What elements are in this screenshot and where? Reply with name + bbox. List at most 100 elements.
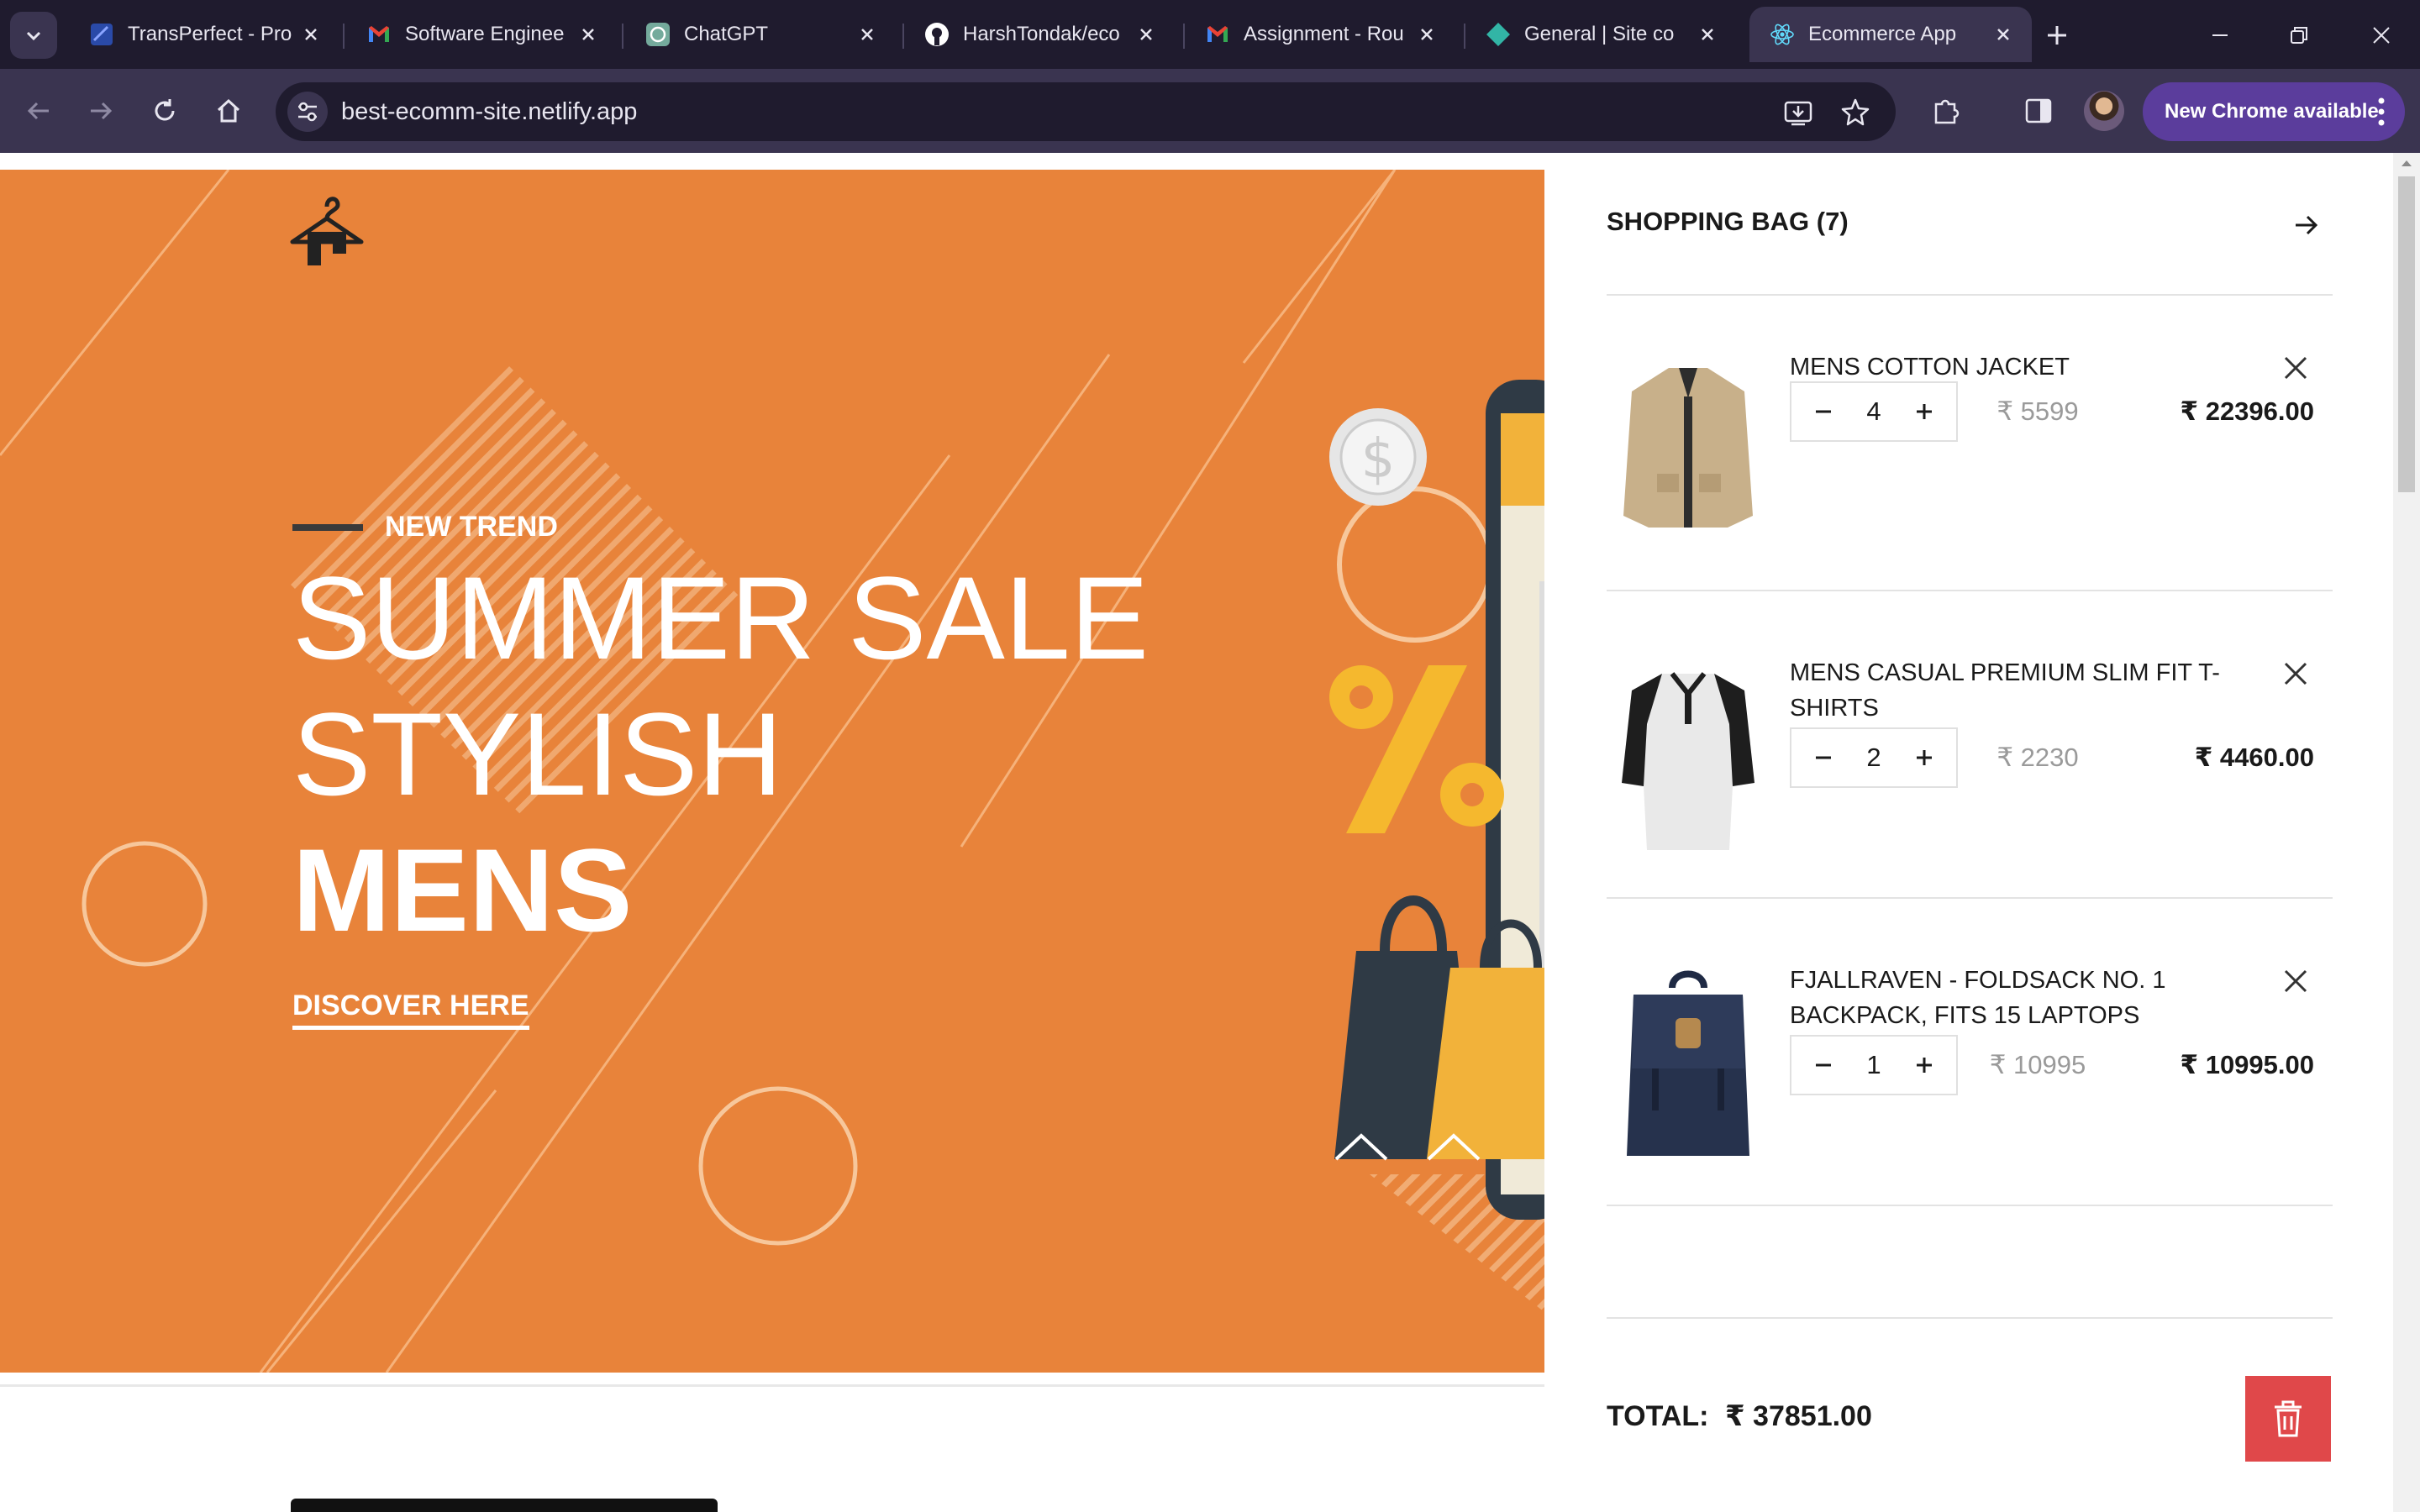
close-tab-icon[interactable] (571, 18, 605, 51)
total-value: ₹ 37851.00 (1724, 1400, 1872, 1432)
increase-qty-button[interactable] (1907, 395, 1941, 428)
gmail-icon (1205, 22, 1230, 47)
minimize-icon (2212, 34, 2228, 36)
remove-item-icon[interactable] (2279, 657, 2312, 690)
hanger-logo-icon[interactable] (289, 193, 365, 269)
jacket-image (1623, 368, 1753, 528)
cart-item: MENS COTTON JACKET 4 ₹ 5599 ₹ 22396.00 (1607, 348, 2333, 657)
remove-item-icon[interactable] (2279, 964, 2312, 998)
reload-icon (155, 99, 175, 121)
tab-strip: TransPerfect - Pro Software Enginee Chat… (0, 0, 2420, 69)
decrease-qty-button[interactable] (1807, 1048, 1840, 1082)
line-total: ₹ 22396.00 (2180, 396, 2314, 426)
browser-window: TransPerfect - Pro Software Enginee Chat… (0, 0, 2420, 1512)
remove-item-icon[interactable] (2279, 351, 2312, 385)
side-panel-icon (2025, 98, 2052, 123)
scroll-up-arrow-icon[interactable] (2400, 158, 2413, 168)
close-tab-icon[interactable] (850, 18, 884, 51)
reload-button[interactable] (145, 91, 185, 131)
trend-row: NEW TREND (292, 511, 1149, 543)
unit-price: ₹ 10995 (1989, 1050, 2086, 1079)
address-bar[interactable]: best-ecomm-site.netlify.app (276, 82, 1896, 141)
tab-gmail-software[interactable]: Software Enginee (346, 7, 617, 62)
close-tab-icon[interactable] (1129, 18, 1163, 51)
backpack-image (1627, 970, 1749, 1156)
unit-price: ₹ 5599 (1996, 396, 2079, 426)
tab-title: HarshTondak/eco (963, 23, 1120, 45)
close-tab-icon[interactable] (1986, 18, 2020, 51)
bookmark-button[interactable] (1837, 94, 1874, 131)
line-total: ₹ 10995.00 (2180, 1050, 2314, 1079)
bag-title: SHOPPING BAG (7) (1607, 207, 1849, 236)
cart-item: FJALLRAVEN - FOLDSACK NO. 1 BACKPACK, FI… (1607, 964, 2333, 1273)
home-button[interactable] (208, 91, 249, 131)
minimize-button[interactable] (2202, 17, 2238, 54)
tab-title: General | Site co (1524, 23, 1675, 45)
line-total: ₹ 4460.00 (2194, 743, 2314, 772)
qty-value: 1 (1866, 1050, 1881, 1079)
decrease-qty-button[interactable] (1807, 741, 1840, 774)
close-tab-icon[interactable] (1691, 18, 1724, 51)
qty-value: 4 (1866, 396, 1881, 426)
plus-icon (1917, 404, 1932, 419)
total-label: TOTAL: (1607, 1400, 1709, 1432)
site-info-button[interactable] (287, 92, 328, 132)
bag-divider (1607, 1317, 2333, 1319)
restore-icon (2291, 27, 2307, 44)
close-tab-icon[interactable] (1410, 18, 1444, 51)
discover-link[interactable]: DISCOVER HERE (292, 990, 529, 1030)
minus-icon (1816, 1063, 1831, 1067)
increase-qty-button[interactable] (1907, 741, 1941, 774)
tab-github[interactable]: HarshTondak/eco (904, 7, 1175, 62)
back-button[interactable] (18, 91, 59, 131)
tab-netlify[interactable]: General | Site co (1465, 7, 1736, 62)
side-panel-button[interactable] (2017, 89, 2060, 133)
clear-cart-button[interactable] (2245, 1376, 2331, 1462)
browser-toolbar: best-ecomm-site.netlify.app New Chrome a… (0, 69, 2420, 153)
close-window-button[interactable] (2363, 17, 2400, 54)
url-text[interactable]: best-ecomm-site.netlify.app (341, 98, 637, 126)
more-vert-icon (2378, 97, 2385, 126)
profile-avatar[interactable] (2084, 91, 2124, 131)
hero-banner: $ NEW TREND SUMMER SALE STYLISH MENS DIS… (0, 170, 1544, 1373)
svg-text:$: $ (1361, 428, 1396, 491)
tab-transperfect[interactable]: TransPerfect - Pro (69, 7, 339, 62)
install-app-button[interactable] (1780, 94, 1817, 131)
new-tab-button[interactable] (2039, 17, 2075, 54)
page-scrollbar[interactable] (2393, 153, 2420, 1512)
close-tab-icon[interactable] (294, 18, 328, 51)
decrease-qty-button[interactable] (1807, 395, 1840, 428)
section-divider (0, 1384, 1544, 1387)
arrow-left-icon (27, 102, 49, 120)
tab-title: Ecommerce App (1808, 23, 1957, 45)
tune-icon (298, 102, 317, 122)
tab-chatgpt[interactable]: ChatGPT (625, 7, 896, 62)
shopping-bag-panel: SHOPPING BAG (7) MENS COTTON JACKET 4 ₹ … (1544, 153, 2393, 1512)
forward-button[interactable] (81, 91, 121, 131)
home-icon (217, 98, 240, 123)
hero-headline-line3: MENS (292, 824, 633, 956)
trash-icon (2275, 1400, 2302, 1437)
tab-gmail-assignment[interactable]: Assignment - Rou (1185, 7, 1455, 62)
tab-ecommerce-app[interactable]: Ecommerce App (1749, 7, 2032, 62)
item-name: MENS COTTON JACKET (1790, 354, 2070, 381)
scrollbar-thumb[interactable] (2398, 176, 2415, 492)
minus-icon (1816, 756, 1831, 759)
star-icon (1841, 98, 1870, 126)
arrow-right-icon[interactable] (2287, 207, 2324, 244)
trend-bar (292, 523, 363, 531)
tab-search-button[interactable] (10, 12, 57, 59)
gmail-icon (366, 22, 392, 47)
bag-divider (1607, 897, 2333, 899)
cart-total: TOTAL: ₹ 37851.00 (1607, 1399, 1872, 1433)
next-section-block (291, 1499, 718, 1512)
restore-button[interactable] (2281, 17, 2317, 54)
tab-title: TransPerfect - Pro (128, 23, 292, 45)
item-name: MENS CASUAL PREMIUM SLIM FIT T-SHIRTS (1790, 659, 2220, 722)
tab-divider (343, 24, 345, 49)
increase-qty-button[interactable] (1907, 1048, 1941, 1082)
plus-icon (1917, 750, 1932, 765)
tab-title: Software Enginee (405, 23, 565, 45)
chrome-update-button[interactable]: New Chrome available (2143, 82, 2405, 141)
extensions-button[interactable] (1924, 89, 1968, 133)
